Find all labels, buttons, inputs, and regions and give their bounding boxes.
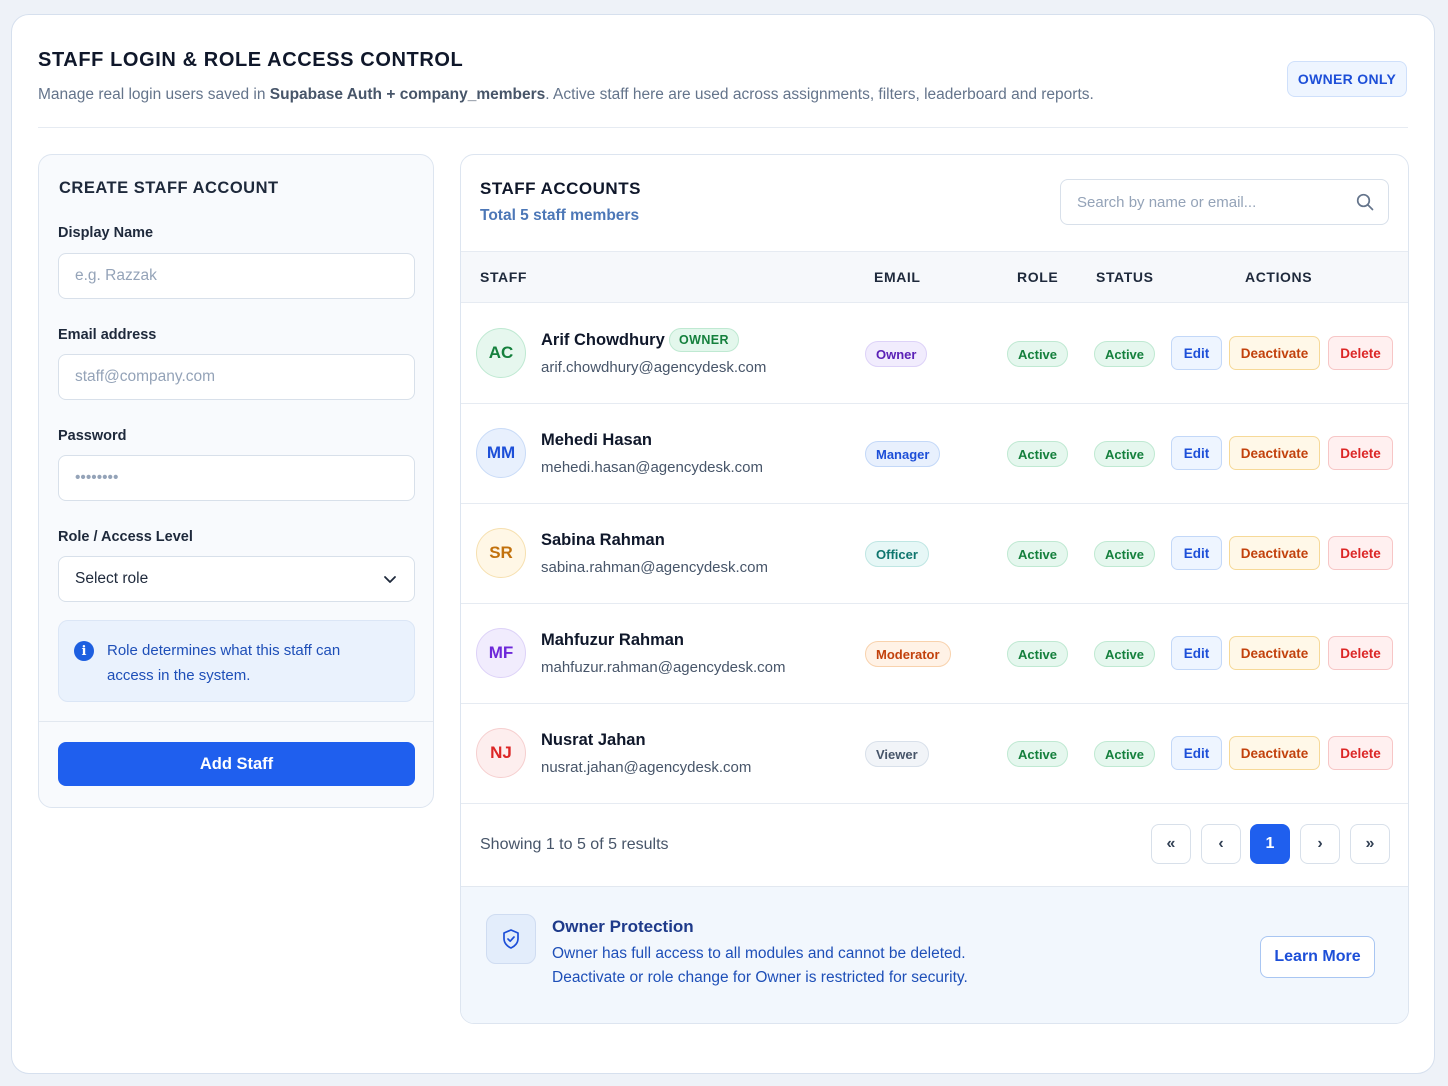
- delete-button[interactable]: Delete: [1328, 636, 1393, 670]
- delete-button[interactable]: Delete: [1328, 736, 1393, 770]
- role-status-badge: Active: [1007, 541, 1069, 567]
- staff-email: sabina.rahman@agencydesk.com: [541, 559, 769, 576]
- deactivate-button[interactable]: Deactivate: [1229, 736, 1320, 770]
- table-row: MF Mahfuzur Rahman mahfuzur.rahman@agencyd…: [461, 604, 1408, 704]
- email-label: Email address: [58, 327, 157, 343]
- create-staff-panel: CREATE STAFF ACCOUNT Display Name Email …: [38, 154, 434, 808]
- learn-more-button[interactable]: Learn More: [1260, 936, 1375, 978]
- edit-button[interactable]: Edit: [1171, 436, 1222, 470]
- column-header-actions: ACTIONS: [1245, 269, 1313, 285]
- staff-email: nusrat.jahan@agencydesk.com: [541, 759, 752, 776]
- staff-name: Mehedi Hasan: [541, 431, 652, 449]
- staff-accounts-panel: STAFF ACCOUNTS Total 5 staff members STA…: [460, 154, 1409, 1024]
- column-header-email: EMAIL: [874, 269, 921, 285]
- pagination-bar: Showing 1 to 5 of 5 results « ‹ 1 › »: [461, 806, 1408, 886]
- role-badge: Officer: [865, 541, 929, 567]
- role-badge: Moderator: [865, 641, 951, 667]
- deactivate-button[interactable]: Deactivate: [1229, 536, 1320, 570]
- status-badge: Active: [1094, 541, 1156, 567]
- table-row: MM Mehedi Hasan mehedi.hasan@agencydesk.co…: [461, 404, 1408, 504]
- avatar: MF: [476, 628, 526, 678]
- staff-count: Total 5 staff members: [480, 207, 640, 224]
- delete-button[interactable]: Delete: [1328, 336, 1393, 370]
- role-info-text: Role determines what this staff can acce…: [107, 642, 341, 684]
- display-name-label: Display Name: [58, 225, 154, 241]
- table-row: SR Sabina Rahman sabina.rahman@agencydesk.…: [461, 504, 1408, 604]
- role-status-badge: Active: [1007, 741, 1069, 767]
- status-badge: Active: [1094, 341, 1156, 367]
- owner-protection-line-2: Deactivate or role change for Owner is r…: [552, 969, 968, 986]
- staff-email: arif.chowdhury@agencydesk.com: [541, 359, 767, 376]
- avatar: AC: [476, 328, 526, 378]
- staff-name: Sabina Rahman: [541, 531, 665, 549]
- avatar: NJ: [476, 728, 526, 778]
- staff-accounts-title: STAFF ACCOUNTS: [480, 179, 641, 198]
- edit-button[interactable]: Edit: [1171, 636, 1222, 670]
- role-status-badge: Active: [1007, 341, 1069, 367]
- edit-button[interactable]: Edit: [1171, 736, 1222, 770]
- page-1-button[interactable]: 1: [1250, 824, 1290, 864]
- table-header: STAFF EMAIL ROLE STATUS ACTIONS: [461, 251, 1408, 303]
- info-icon: i: [74, 641, 94, 661]
- column-header-staff: STAFF: [480, 269, 528, 285]
- staff-name: Nusrat Jahan: [541, 731, 646, 749]
- column-header-status: STATUS: [1096, 269, 1154, 285]
- chevron-down-icon: [384, 576, 396, 583]
- status-badge: Active: [1094, 441, 1156, 467]
- header-divider: [38, 127, 1408, 128]
- role-badge: Owner: [865, 341, 928, 367]
- status-badge: Active: [1094, 641, 1156, 667]
- table-row: AC Arif Chowdhury OWNER arif.chowdhury@agen…: [461, 304, 1408, 404]
- delete-button[interactable]: Delete: [1328, 536, 1393, 570]
- owner-only-badge: OWNER ONLY: [1287, 61, 1407, 97]
- form-divider: [39, 721, 433, 722]
- next-page-button[interactable]: ›: [1300, 824, 1340, 864]
- prev-page-button[interactable]: ‹: [1201, 824, 1241, 864]
- delete-button[interactable]: Delete: [1328, 436, 1393, 470]
- page-title: STAFF LOGIN & ROLE ACCESS CONTROL: [38, 49, 464, 71]
- role-info-box: i Role determines what this staff can ac…: [58, 620, 415, 702]
- search-box: [1060, 179, 1389, 225]
- table-row: NJ Nusrat Jahan nusrat.jahan@agencydesk.co…: [461, 704, 1408, 804]
- staff-name: Arif Chowdhury: [541, 331, 665, 349]
- avatar: MM: [476, 428, 526, 478]
- add-staff-button[interactable]: Add Staff: [58, 742, 415, 786]
- staff-email: mahfuzur.rahman@agencydesk.com: [541, 659, 786, 676]
- deactivate-button[interactable]: Deactivate: [1229, 436, 1320, 470]
- deactivate-button[interactable]: Deactivate: [1229, 636, 1320, 670]
- role-badge: Viewer: [865, 741, 929, 767]
- shield-icon: [486, 914, 536, 964]
- role-badge: Manager: [865, 441, 941, 467]
- owner-protection-line-1: Owner has full access to all modules and…: [552, 945, 966, 962]
- search-icon[interactable]: [1356, 193, 1374, 211]
- password-label: Password: [58, 428, 127, 444]
- email-input[interactable]: [58, 354, 415, 400]
- owner-protection-title: Owner Protection: [552, 917, 694, 936]
- role-select-value: Select role: [75, 570, 149, 587]
- staff-name: Mahfuzur Rahman: [541, 631, 685, 649]
- results-summary: Showing 1 to 5 of 5 results: [480, 836, 669, 853]
- role-status-badge: Active: [1007, 641, 1069, 667]
- page-subtitle: Manage real login users saved in Supabas…: [38, 86, 1094, 103]
- search-input[interactable]: [1061, 180, 1351, 224]
- deactivate-button[interactable]: Deactivate: [1229, 336, 1320, 370]
- owner-protection-box: Owner Protection Owner has full access t…: [461, 886, 1408, 1023]
- owner-tag: OWNER: [669, 328, 739, 352]
- column-header-role: ROLE: [1017, 269, 1059, 285]
- status-badge: Active: [1094, 741, 1156, 767]
- avatar: SR: [476, 528, 526, 578]
- role-status-badge: Active: [1007, 441, 1069, 467]
- last-page-button[interactable]: »: [1350, 824, 1390, 864]
- role-select[interactable]: Select role: [58, 556, 415, 602]
- role-label: Role / Access Level: [58, 529, 193, 545]
- create-staff-title: CREATE STAFF ACCOUNT: [59, 179, 279, 197]
- staff-email: mehedi.hasan@agencydesk.com: [541, 459, 764, 476]
- display-name-input[interactable]: [58, 253, 415, 299]
- main-card: STAFF LOGIN & ROLE ACCESS CONTROL Manage…: [11, 14, 1435, 1074]
- password-input[interactable]: [58, 455, 415, 501]
- edit-button[interactable]: Edit: [1171, 536, 1222, 570]
- first-page-button[interactable]: «: [1151, 824, 1191, 864]
- edit-button[interactable]: Edit: [1171, 336, 1222, 370]
